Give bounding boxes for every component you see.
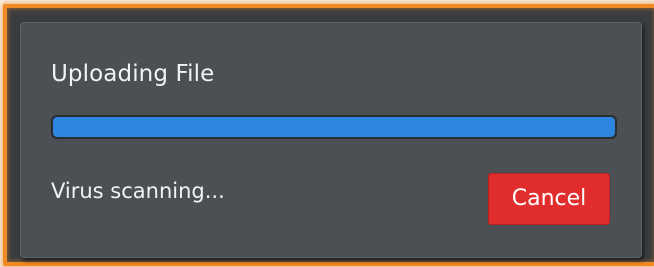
screenshot-frame: Uploading File Virus scanning... Cancel [0,0,654,267]
status-text: Virus scanning... [51,179,225,203]
dialog-title: Uploading File [51,61,215,87]
upload-progress-bar [51,115,617,139]
upload-progress-fill [53,117,615,137]
cancel-button[interactable]: Cancel [488,173,610,225]
upload-dialog: Uploading File Virus scanning... Cancel [20,22,642,258]
